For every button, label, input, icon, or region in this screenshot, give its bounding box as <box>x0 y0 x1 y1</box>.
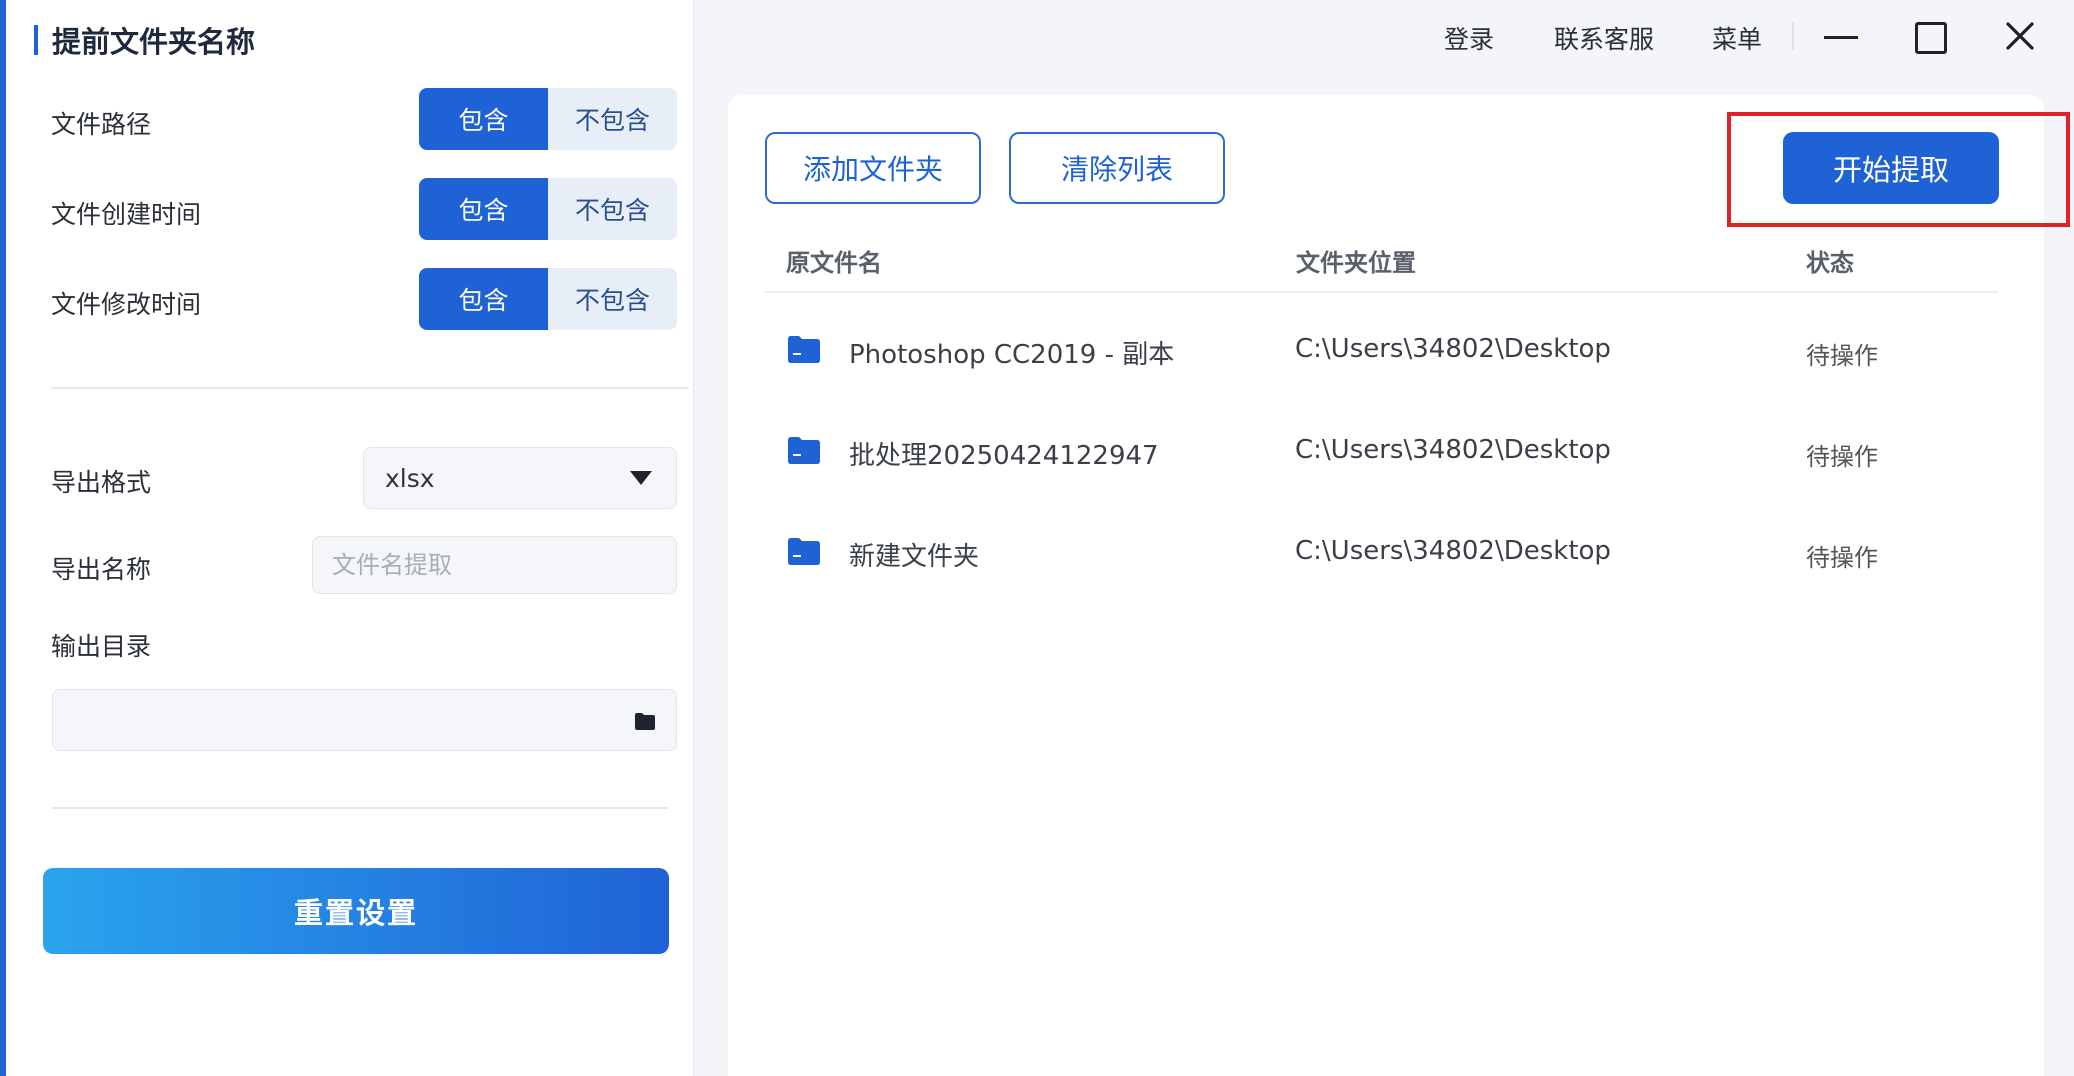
toggle-modified-time-include[interactable]: 包含 <box>419 268 548 330</box>
folder-icon <box>788 437 820 464</box>
app-window: 提前文件夹名称 文件路径 包含 不包含 文件创建时间 包含 不包含 文件修改时间… <box>0 0 2074 1076</box>
file-name-cell: 批处理20250424122947 <box>849 441 1159 471</box>
status-cell: 待操作 <box>1806 342 1878 370</box>
folder-icon <box>788 336 820 363</box>
option-label-file-path: 文件路径 <box>51 110 152 139</box>
table-row[interactable]: 批处理20250424122947 C:\Users\34802\Desktop… <box>765 423 1998 483</box>
toggle-created-time: 包含 不包含 <box>419 178 677 240</box>
support-link[interactable]: 联系客服 <box>1554 20 1654 56</box>
close-icon[interactable] <box>2002 18 2038 54</box>
app-title: 提前文件夹名称 <box>34 20 255 60</box>
toggle-modified-time-exclude[interactable]: 不包含 <box>548 268 677 330</box>
column-header-status: 状态 <box>1806 249 1854 277</box>
file-name-cell: 新建文件夹 <box>849 542 980 572</box>
settings-panel: 提前文件夹名称 文件路径 包含 不包含 文件创建时间 包含 不包含 文件修改时间… <box>6 0 694 1076</box>
login-link[interactable]: 登录 <box>1444 20 1494 56</box>
location-cell: C:\Users\34802\Desktop <box>1295 536 1611 566</box>
folder-icon <box>788 538 820 565</box>
menu-link[interactable]: 菜单 <box>1712 20 1762 56</box>
file-name-cell: Photoshop CC2019 - 副本 <box>849 340 1175 370</box>
titlebar-separator <box>1792 22 1794 50</box>
export-format-select[interactable]: xlsx <box>363 447 677 509</box>
export-name-input[interactable] <box>312 536 677 594</box>
export-name-label: 导出名称 <box>51 555 152 584</box>
column-header-location: 文件夹位置 <box>1296 249 1416 277</box>
chevron-down-icon <box>630 471 652 485</box>
table-row[interactable]: 新建文件夹 C:\Users\34802\Desktop 待操作 <box>765 524 1998 584</box>
toggle-file-path: 包含 不包含 <box>419 88 677 150</box>
folder-icon[interactable] <box>634 711 656 731</box>
table-row[interactable]: Photoshop CC2019 - 副本 C:\Users\34802\Des… <box>765 322 1998 382</box>
divider <box>51 387 689 389</box>
output-dir-label: 输出目录 <box>51 632 152 661</box>
reset-settings-button[interactable]: 重置设置 <box>43 868 669 954</box>
toggle-file-path-include[interactable]: 包含 <box>419 88 548 150</box>
add-folder-button[interactable]: 添加文件夹 <box>765 132 981 204</box>
app-title-text: 提前文件夹名称 <box>52 25 256 59</box>
status-cell: 待操作 <box>1806 443 1878 471</box>
maximize-icon[interactable] <box>1913 20 1947 54</box>
status-cell: 待操作 <box>1806 544 1878 572</box>
export-format-label: 导出格式 <box>51 468 152 497</box>
title-accent <box>34 25 38 55</box>
export-format-value: xlsx <box>385 463 435 493</box>
location-cell: C:\Users\34802\Desktop <box>1295 334 1611 364</box>
toggle-modified-time: 包含 不包含 <box>419 268 677 330</box>
column-header-name: 原文件名 <box>786 249 882 277</box>
highlight-annotation <box>1727 112 2070 227</box>
divider <box>51 807 669 809</box>
toggle-created-time-exclude[interactable]: 不包含 <box>548 178 677 240</box>
option-label-modified-time: 文件修改时间 <box>51 290 202 319</box>
minimize-icon[interactable] <box>1820 22 1862 52</box>
header-divider <box>765 291 1998 293</box>
toggle-created-time-include[interactable]: 包含 <box>419 178 548 240</box>
option-label-created-time: 文件创建时间 <box>51 200 202 229</box>
toggle-file-path-exclude[interactable]: 不包含 <box>548 88 677 150</box>
clear-list-button[interactable]: 清除列表 <box>1009 132 1225 204</box>
location-cell: C:\Users\34802\Desktop <box>1295 435 1611 465</box>
output-dir-field[interactable] <box>52 689 677 751</box>
